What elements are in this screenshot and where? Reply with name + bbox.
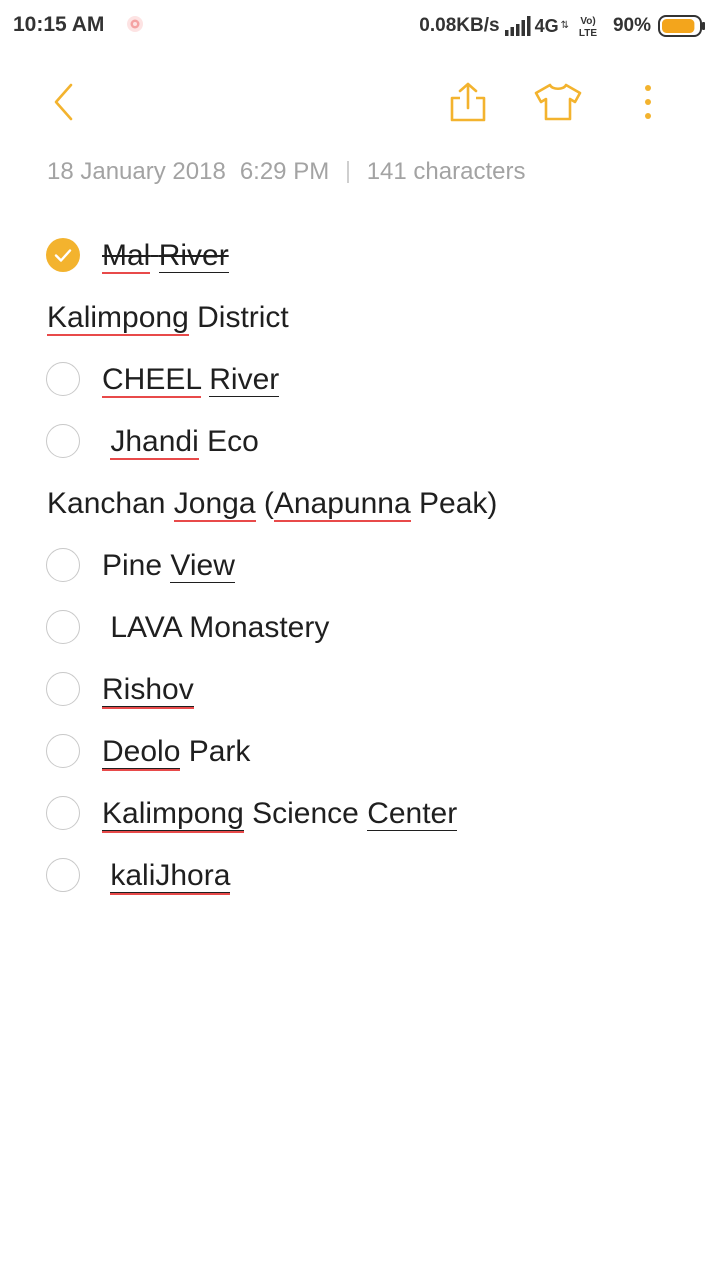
checkbox-unchecked[interactable]	[46, 424, 80, 458]
checklist-item-text[interactable]: Jhandi Eco	[102, 422, 259, 462]
word-river: River	[158, 239, 229, 273]
checklist-item-text[interactable]: CHEEL River	[102, 360, 280, 400]
checklist-item: Jhandi Eco	[0, 412, 720, 474]
checklist-item: Kalimpong Science Center	[0, 784, 720, 846]
checkbox-unchecked[interactable]	[46, 610, 80, 644]
share-icon	[450, 82, 486, 122]
checklist-item: LAVA Monastery	[0, 598, 720, 660]
word-rishov: Rishov	[102, 673, 194, 707]
signal-icon	[504, 16, 531, 36]
notification-icon	[127, 16, 143, 32]
theme-shirt-icon	[534, 83, 582, 121]
word-center: Center	[367, 797, 458, 831]
checkbox-unchecked[interactable]	[46, 362, 80, 396]
share-button[interactable]	[440, 70, 496, 134]
volte-top-text: Vo)	[580, 16, 595, 27]
word-cheel: CHEEL	[102, 363, 201, 398]
back-icon	[54, 83, 73, 121]
status-time: 10:15 AM	[13, 13, 105, 36]
heading-text[interactable]: Kalimpong District	[47, 298, 289, 338]
word-jhandi: Jhandi	[110, 425, 199, 460]
character-count: 141 characters	[366, 158, 526, 185]
word-eco-huts: Eco	[207, 425, 259, 458]
volte-icon: Vo) LTE	[579, 16, 597, 38]
word-view: View	[170, 549, 235, 583]
word-river: River	[209, 363, 280, 397]
status-right-group: 0.08KB/s 4G ⇅ Vo) LTE 90%	[419, 12, 706, 40]
word-peak: Peak	[419, 487, 488, 520]
note-toolbar	[0, 70, 720, 136]
word-anapunna: Anapunna	[273, 487, 411, 522]
heading-line: Kalimpong District	[0, 288, 720, 350]
checklist-item-text[interactable]: Deolo Park	[102, 732, 250, 772]
checklist-item: Rishov	[0, 660, 720, 722]
checklist-item-text[interactable]: kaliJhora	[102, 856, 231, 896]
heading-line: Kanchan Jonga (Anapunna Peak)	[0, 474, 720, 536]
checklist-item: Deolo Park	[0, 722, 720, 784]
word-park: Park	[188, 735, 251, 768]
checklist-item-text[interactable]: Mal River	[102, 236, 229, 276]
back-button[interactable]	[36, 70, 92, 134]
checkbox-unchecked[interactable]	[46, 548, 80, 582]
more-icon	[645, 85, 651, 119]
word-science: Science	[252, 797, 359, 830]
meta-divider	[347, 161, 349, 183]
word-mal: Mal	[102, 239, 151, 274]
checklist-item: kaliJhora	[0, 846, 720, 908]
checklist-item: Pine View	[0, 536, 720, 598]
checklist-item-text[interactable]: Pine View	[102, 546, 235, 586]
status-bar: 10:15 AM 0.08KB/s 4G ⇅ Vo) LTE 90%	[0, 0, 720, 52]
checkbox-unchecked[interactable]	[46, 858, 80, 892]
heading-text[interactable]: Kanchan Jonga (Anapunna Peak)	[47, 484, 497, 524]
word-kalijhora: kaliJhora	[110, 859, 231, 893]
word-kalimpong: Kalimpong	[102, 797, 244, 831]
network-type: 4G	[534, 15, 559, 36]
network-speed: 0.08KB/s	[419, 15, 500, 36]
checklist-item: CHEEL River	[0, 350, 720, 412]
note-date: 18 January 2018	[47, 158, 226, 185]
more-options-button[interactable]	[620, 70, 676, 134]
volte-bottom-text: LTE	[579, 28, 597, 38]
word-deolo: Deolo	[102, 735, 181, 769]
checklist-item-text[interactable]: Kalimpong Science Center	[102, 794, 458, 834]
word-jonga: Jonga	[173, 487, 256, 522]
word-kalimpong: Kalimpong	[47, 301, 189, 336]
theme-button[interactable]	[530, 70, 586, 134]
battery-percent: 90%	[612, 15, 651, 36]
checklist-item: Mal River	[0, 226, 720, 288]
checklist-item-text[interactable]: Rishov	[102, 670, 194, 710]
checkmark-icon	[54, 249, 72, 262]
data-arrows-icon: ⇅	[560, 20, 569, 31]
checklist-item-text[interactable]: LAVA Monastery	[102, 608, 329, 648]
checkbox-unchecked[interactable]	[46, 734, 80, 768]
note-time: 6:29 PM	[239, 158, 330, 185]
word-pine: Pine	[102, 549, 163, 582]
battery-icon	[658, 15, 705, 37]
checkbox-unchecked[interactable]	[46, 672, 80, 706]
checkbox-checked[interactable]	[46, 238, 80, 272]
word-district: District	[197, 301, 289, 334]
checkbox-unchecked[interactable]	[46, 796, 80, 830]
note-meta: 18 January 2018 6:29 PM 141 characters	[47, 158, 525, 186]
word-kanchan: Kanchan	[47, 487, 166, 520]
